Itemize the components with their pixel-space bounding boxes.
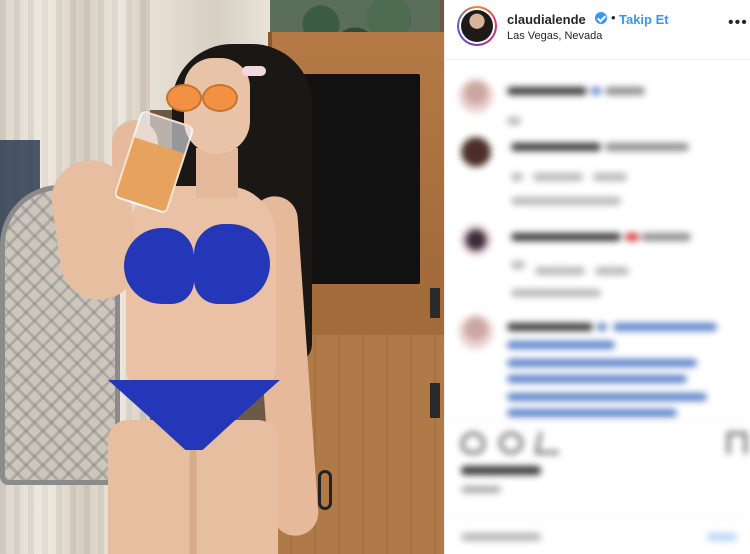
comment-meta (533, 173, 583, 181)
post-photo[interactable] (0, 0, 444, 554)
post-actions (445, 421, 750, 554)
heart-icon[interactable] (461, 432, 485, 454)
comment-badge (591, 87, 601, 95)
comment-hashtags[interactable] (507, 359, 697, 367)
hair-clip (242, 66, 266, 76)
comment-meta (507, 117, 521, 125)
avatar-image (461, 10, 493, 42)
avatar-frame (459, 8, 495, 44)
view-replies[interactable] (511, 289, 601, 297)
add-comment-input[interactable] (461, 533, 541, 541)
post-sidebar: claudialende • Takip Et Las Vegas, Nevad… (444, 0, 750, 554)
comment-meta (535, 267, 585, 275)
more-options-icon[interactable]: ••• (728, 14, 748, 32)
comment-text (641, 233, 691, 241)
username-link[interactable]: claudialende (507, 12, 586, 27)
comment-meta (511, 261, 525, 269)
comment-author[interactable] (511, 143, 601, 151)
bikini-top-left (124, 228, 194, 304)
comment-emoji (625, 233, 639, 241)
follow-button[interactable]: Takip Et (619, 12, 669, 27)
comment-hashtags[interactable] (507, 393, 707, 401)
post-header: claudialende • Takip Et Las Vegas, Nevad… (445, 0, 750, 60)
save-icon[interactable] (727, 432, 747, 454)
comment-badge (597, 323, 607, 331)
comment-reply[interactable] (595, 267, 629, 275)
share-icon[interactable] (534, 432, 564, 454)
comment-text (605, 87, 645, 95)
view-replies[interactable] (511, 197, 621, 205)
orange-sunglasses (166, 84, 240, 112)
comment-hashtags[interactable] (507, 375, 687, 383)
post-comment-button[interactable] (707, 533, 737, 541)
separator-dot: • (611, 10, 616, 25)
cabinet-latch-lower (430, 383, 440, 418)
comment-avatar[interactable] (459, 315, 493, 349)
comment-author[interactable] (507, 87, 587, 95)
comment-avatar[interactable] (459, 79, 493, 113)
comment-avatar[interactable] (461, 225, 491, 255)
comment-author[interactable] (511, 233, 621, 241)
person-neck (196, 148, 238, 198)
location-link[interactable]: Las Vegas, Nevada (507, 30, 602, 42)
comment-text (605, 143, 689, 151)
comment-reply[interactable] (593, 173, 627, 181)
comment-meta (511, 173, 523, 181)
cabinet-latch (430, 288, 440, 318)
add-comment-bar (445, 518, 750, 554)
post-timestamp (461, 486, 501, 493)
likes-count[interactable] (461, 466, 541, 475)
comment-hashtags[interactable] (507, 341, 615, 349)
comment-avatar[interactable] (461, 137, 491, 167)
comments-list (445, 61, 750, 421)
comment-icon[interactable] (499, 432, 523, 454)
comment-hashtags[interactable] (507, 409, 677, 417)
avatar[interactable] (457, 6, 497, 46)
comment-hashtags[interactable] (613, 323, 717, 331)
cabinet-handle (318, 470, 332, 510)
comment-author[interactable] (507, 323, 593, 331)
verified-badge-icon (595, 12, 607, 24)
